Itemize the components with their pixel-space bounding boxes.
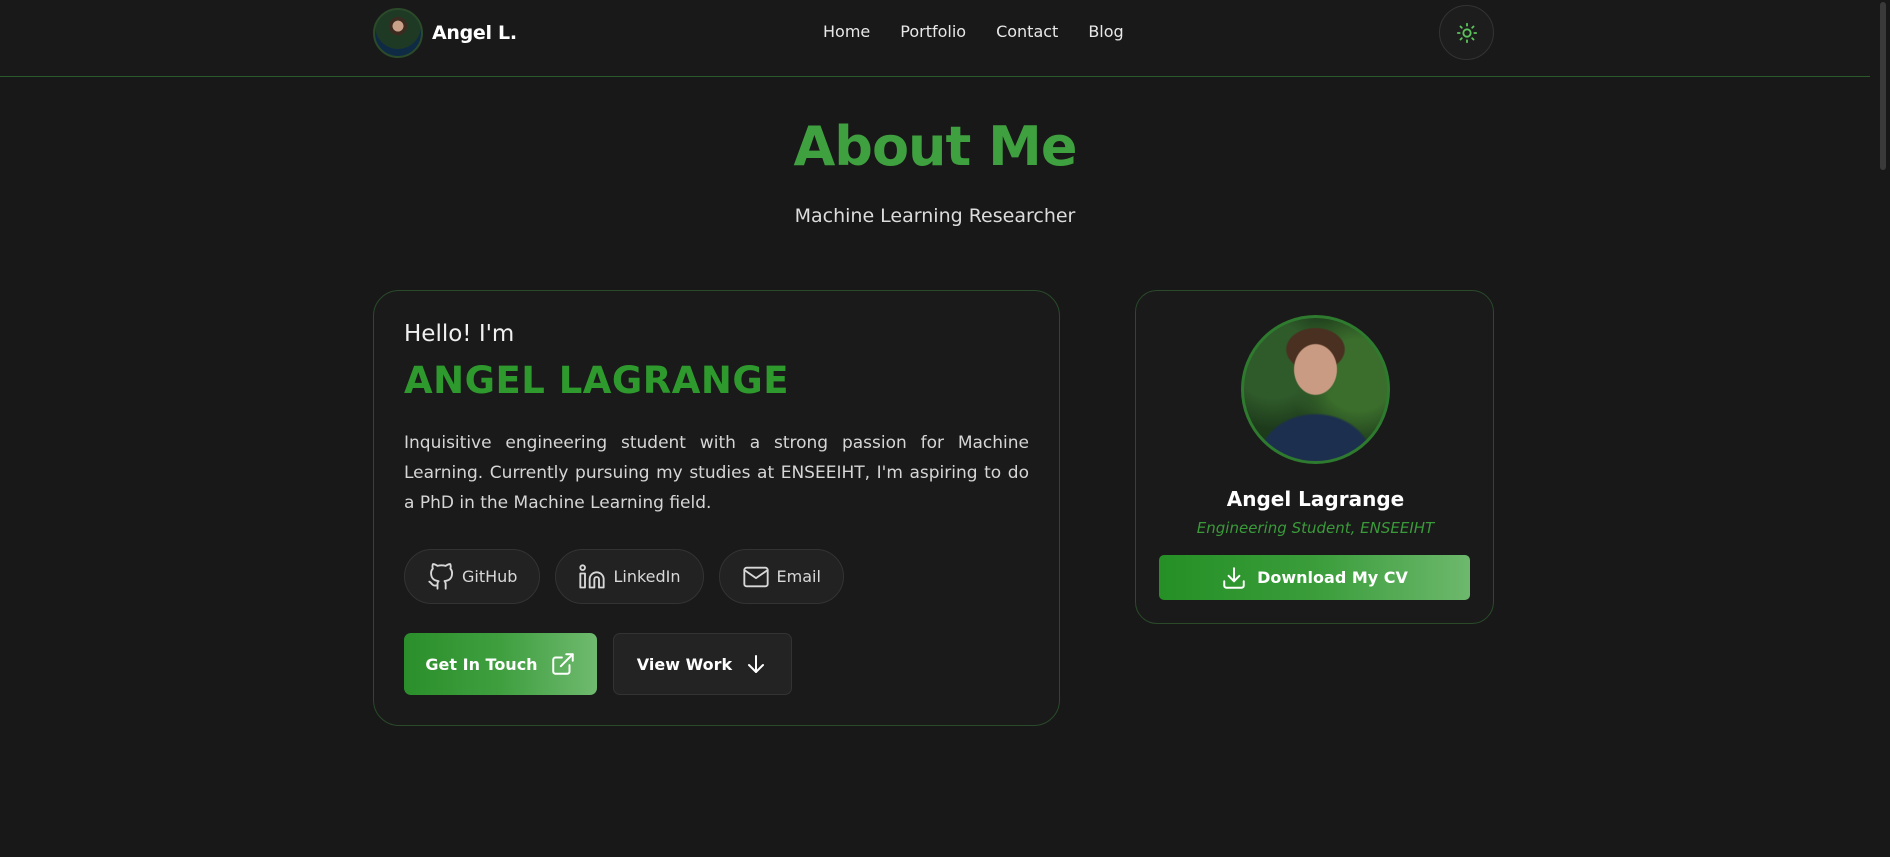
github-button[interactable]: GitHub (404, 549, 541, 604)
download-icon (1223, 566, 1245, 589)
external-link-icon (551, 653, 574, 675)
profile-photo (1241, 315, 1390, 464)
cta-actions: Get In Touch View Work (404, 633, 792, 695)
nav-contact[interactable]: Contact (996, 22, 1058, 41)
linkedin-button[interactable]: LinkedIn (555, 549, 704, 604)
github-label: GitHub (462, 567, 518, 586)
get-in-touch-label: Get In Touch (425, 654, 538, 674)
view-work-button[interactable]: View Work (613, 633, 792, 695)
profile-card: Angel Lagrange Engineering Student, ENSE… (1135, 290, 1494, 624)
nav-home[interactable]: Home (823, 22, 870, 41)
intro-card: Hello! I'm ANGEL LAGRANGE Inquisitive en… (373, 290, 1060, 726)
bio-text: Inquisitive engineering student with a s… (404, 433, 1029, 513)
brand-link[interactable]: Angel L. (373, 8, 517, 58)
linkedin-icon (579, 563, 606, 588)
view-work-label: View Work (636, 654, 733, 674)
scrollbar-thumb[interactable] (1880, 2, 1886, 170)
nav-blog[interactable]: Blog (1088, 22, 1123, 41)
theme-toggle-button[interactable] (1439, 5, 1494, 60)
arrow-down-icon (748, 655, 765, 673)
page-scrollbar[interactable] (1870, 0, 1890, 857)
profile-role: Engineering Student, ENSEEIHT (1196, 519, 1435, 537)
full-name: ANGEL LAGRANGE (404, 359, 790, 402)
page-title: About Me (793, 115, 1078, 178)
greeting: Hello! I'm (404, 321, 515, 347)
site-header: Angel L. Home Portfolio Contact Blog (0, 0, 1870, 77)
github-icon (428, 562, 454, 590)
linkedin-label: LinkedIn (613, 567, 681, 586)
profile-name: Angel Lagrange (1226, 487, 1405, 511)
download-cv-label: Download My CV (1257, 568, 1408, 587)
brand-name: Angel L. (432, 22, 517, 44)
email-label: Email (776, 567, 821, 586)
email-button[interactable]: Email (718, 549, 844, 604)
get-in-touch-button[interactable]: Get In Touch (404, 633, 597, 695)
social-links: GitHub LinkedIn Email (404, 549, 844, 604)
mail-icon (742, 566, 769, 587)
avatar (373, 8, 423, 58)
nav-portfolio[interactable]: Portfolio (900, 22, 966, 41)
download-cv-button[interactable]: Download My CV (1159, 555, 1470, 600)
sun-icon (1456, 22, 1477, 43)
main-nav: Home Portfolio Contact Blog (823, 22, 1124, 41)
page-subtitle: Machine Learning Researcher (794, 205, 1076, 227)
